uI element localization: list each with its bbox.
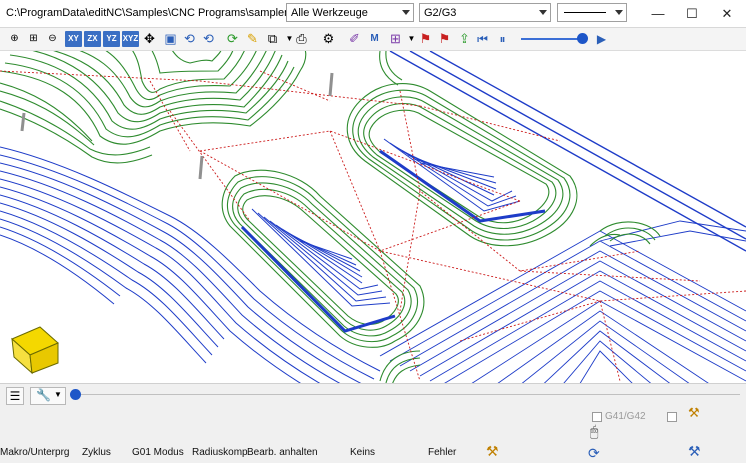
settings-icon[interactable]: ⚙ <box>320 31 337 47</box>
status-radius-comp: Radiuskomp <box>192 447 248 458</box>
status-cycle: Zyklus <box>82 447 111 458</box>
contour-top-left <box>0 51 307 145</box>
finish-path-right <box>379 149 546 223</box>
toolpath-top-right-strip <box>389 51 746 252</box>
status-g01-mode: G01 Modus <box>132 447 184 458</box>
pan-icon[interactable]: ✥ <box>141 31 158 47</box>
macro-m1-icon[interactable]: M <box>366 31 383 47</box>
tool-filter-dropdown[interactable]: Alle Werkzeuge <box>286 3 414 22</box>
status-macro: Makro/Unterprg <box>0 447 70 458</box>
view-cube[interactable] <box>11 326 59 375</box>
toolpath-bottom-right <box>379 220 746 383</box>
mouse-icon: 🖱 <box>590 423 599 439</box>
view-xy-button[interactable]: XY <box>65 31 82 47</box>
rapid-moves <box>0 70 746 382</box>
copy-icon[interactable]: ⧉ <box>264 31 281 47</box>
grid-icon[interactable]: ⊞ <box>387 31 404 47</box>
line-style-dropdown[interactable] <box>557 3 627 22</box>
zoom-in-icon[interactable]: ⊕ <box>6 31 23 47</box>
motion-filter-dropdown[interactable]: G2/G3 <box>419 3 551 22</box>
pause-icon[interactable]: ⏸ <box>494 31 511 47</box>
view-xyz-button[interactable]: XYZ <box>122 31 139 47</box>
tool-red-icon[interactable]: ⚑ <box>417 31 434 47</box>
playback-bar: ☰ 🔧 ▼ <box>0 383 746 406</box>
status-halt: Bearb. anhalten <box>247 447 318 458</box>
tool-icon: 🔧 <box>36 388 51 402</box>
chevron-down-icon <box>539 10 547 15</box>
report-icon[interactable]: ☰ <box>6 387 24 405</box>
g41-g42-label: G41/G42 <box>605 411 646 422</box>
maximize-button[interactable]: ☐ <box>675 0 709 27</box>
cnc-viewport[interactable] <box>0 51 746 383</box>
status-error: Fehler <box>428 447 457 458</box>
zoom-out-icon[interactable]: ⊖ <box>44 31 61 47</box>
view-yz-button[interactable]: YZ <box>103 31 120 47</box>
redraw-icon[interactable]: ⟳ <box>224 31 241 47</box>
zoom-window-icon[interactable]: ⊞ <box>25 31 42 47</box>
speed-slider[interactable] <box>521 38 583 40</box>
close-button[interactable]: ✕ <box>710 0 744 27</box>
motion-filter-value: G2/G3 <box>424 7 457 19</box>
contour-left-pocket <box>221 169 425 348</box>
pencil-icon[interactable]: ✎ <box>244 31 261 47</box>
minimize-button[interactable]: — <box>641 0 675 27</box>
chevron-down-icon: ▼ <box>54 390 62 399</box>
contour-bottom-right <box>379 221 661 383</box>
rotate-view-icon[interactable]: ⟲ <box>181 31 198 47</box>
tool-edit-icon[interactable]: ✐ <box>346 31 363 47</box>
status-none: Keins <box>350 447 376 458</box>
tool-holder-icon: ⚒ <box>486 443 499 459</box>
chevron-down-icon <box>615 10 623 15</box>
toolbar: ⊕ ⊞ ⊖ XY ZX YZ XYZ ✥ ▣ ⟲ ⟲ ⟳ ✎ ⧉ ▼ ⎙ ⚙ ✐… <box>0 28 746 51</box>
toolpath-canvas[interactable] <box>0 51 746 383</box>
view-zx-button[interactable]: ZX <box>84 31 101 47</box>
skip-start-icon[interactable]: ⏮ <box>474 31 491 47</box>
title-bar: C:\ProgramData\editNC\Samples\CNC Progra… <box>0 0 746 28</box>
rotate-view-2-icon[interactable]: ⟲ <box>200 31 217 47</box>
line-style-sample <box>564 12 606 13</box>
print-icon[interactable]: ⎙ <box>293 31 310 47</box>
tool-red-2-icon[interactable]: ⚑ <box>436 31 453 47</box>
export-icon[interactable]: ⇪ <box>456 31 473 47</box>
tool-icon: ⚒ <box>688 405 700 420</box>
file-path: C:\ProgramData\editNC\Samples\CNC Progra… <box>6 7 328 19</box>
spindle-icon: ⟳ <box>588 445 600 461</box>
tool-checkbox[interactable] <box>667 412 677 422</box>
program-progress-track[interactable] <box>76 394 740 395</box>
chevron-down-icon <box>402 10 410 15</box>
program-progress-handle[interactable] <box>70 389 81 400</box>
tool-filter-value: Alle Werkzeuge <box>291 7 368 19</box>
play-icon[interactable]: ▶ <box>593 31 610 47</box>
tool-change-icon: ⚒ <box>688 443 701 459</box>
g41-g42-checkbox[interactable] <box>592 412 602 422</box>
tool-select-dropdown[interactable]: 🔧 ▼ <box>30 387 66 405</box>
speed-slider-handle[interactable] <box>577 33 588 44</box>
fit-view-icon[interactable]: ▣ <box>162 31 179 47</box>
